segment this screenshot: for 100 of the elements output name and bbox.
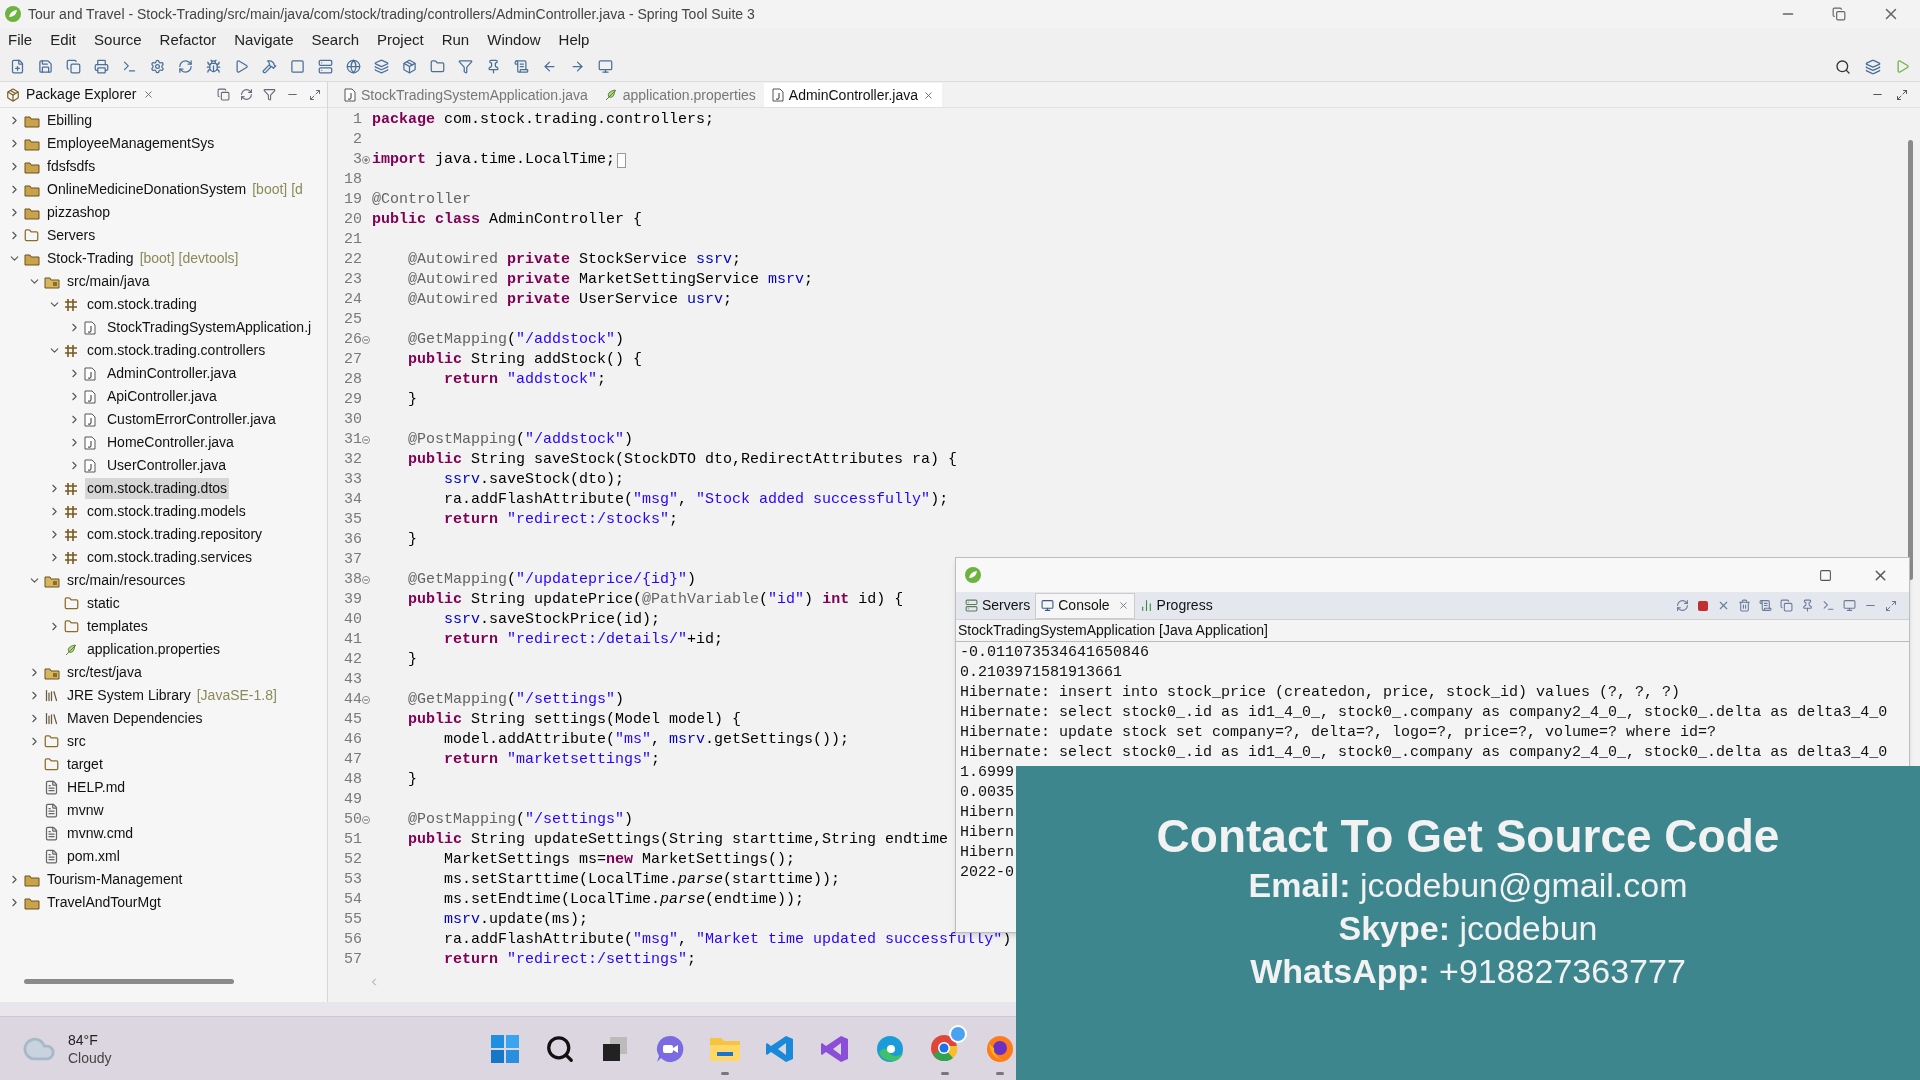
tree-item[interactable]: static bbox=[85, 593, 122, 614]
back-icon[interactable] bbox=[542, 59, 557, 74]
menu-item[interactable]: Run bbox=[441, 28, 470, 52]
task-view-icon[interactable] bbox=[600, 1034, 629, 1063]
code-editor-icon[interactable] bbox=[764, 1033, 795, 1064]
browser-wave-icon[interactable] bbox=[874, 1033, 905, 1064]
document-icon[interactable] bbox=[514, 59, 529, 74]
collapse-all-icon[interactable] bbox=[217, 88, 230, 101]
save-icon[interactable] bbox=[38, 59, 53, 74]
minus-circle-icon[interactable] bbox=[362, 336, 370, 344]
editor-tab[interactable]: StockTradingSystemApplication.java bbox=[336, 83, 596, 107]
tree-item[interactable]: EmployeeManagementSys bbox=[45, 133, 217, 154]
menu-item[interactable]: Help bbox=[558, 28, 590, 52]
tree-item[interactable]: pizzashop bbox=[45, 202, 113, 223]
minus-circle-icon[interactable] bbox=[362, 816, 370, 824]
run-icon[interactable] bbox=[234, 59, 249, 74]
tree-item[interactable]: JRE System Library bbox=[65, 685, 193, 706]
plus-circle-icon[interactable] bbox=[362, 156, 370, 164]
server-icon[interactable] bbox=[318, 59, 333, 74]
perspective-icon[interactable] bbox=[1865, 58, 1881, 75]
console-tab[interactable]: Console bbox=[1035, 592, 1135, 619]
tree-item[interactable]: mvnw bbox=[65, 800, 106, 821]
terminal-icon[interactable] bbox=[122, 59, 137, 74]
tree-item[interactable]: src/test/java bbox=[65, 662, 144, 683]
tree-item[interactable]: src bbox=[65, 731, 88, 752]
editor-tab[interactable]: application.properties bbox=[595, 83, 764, 107]
copy-icon[interactable] bbox=[66, 59, 81, 74]
console-tab[interactable]: Progress bbox=[1134, 592, 1218, 619]
bug-icon[interactable] bbox=[206, 59, 221, 74]
tree-item[interactable]: com.stock.trading.controllers bbox=[85, 340, 268, 361]
menu-item[interactable]: Navigate bbox=[234, 28, 294, 52]
minus-circle-icon[interactable] bbox=[362, 696, 370, 704]
restore-icon[interactable] bbox=[1832, 7, 1846, 21]
trash-icon[interactable] bbox=[1738, 599, 1751, 612]
refresh-icon[interactable] bbox=[1676, 599, 1689, 612]
horizontal-scrollbar[interactable] bbox=[24, 978, 234, 984]
tree-item[interactable]: templates bbox=[85, 616, 150, 637]
close-icon[interactable] bbox=[922, 89, 934, 101]
open-folder-icon[interactable] bbox=[430, 59, 445, 74]
globe-icon[interactable] bbox=[346, 59, 361, 74]
menu-item[interactable]: Refactor bbox=[159, 28, 217, 52]
editor-tab[interactable]: AdminController.java bbox=[763, 83, 942, 107]
maximize-icon[interactable] bbox=[309, 88, 321, 101]
new-file-icon[interactable] bbox=[10, 59, 25, 74]
filter-icon[interactable] bbox=[263, 88, 276, 101]
copy-icon[interactable] bbox=[1780, 599, 1793, 612]
stop-icon[interactable] bbox=[290, 59, 305, 74]
search-icon[interactable] bbox=[1835, 58, 1851, 75]
maximize-icon[interactable] bbox=[1896, 88, 1908, 101]
tree-item[interactable]: TravelAndTourMgt bbox=[45, 892, 163, 913]
link-icon[interactable] bbox=[240, 88, 253, 101]
windows-start-icon[interactable] bbox=[489, 1033, 520, 1064]
close-icon[interactable] bbox=[1117, 600, 1129, 611]
pin-icon[interactable] bbox=[1801, 599, 1814, 612]
remove-icon[interactable] bbox=[1717, 599, 1730, 612]
search-icon[interactable] bbox=[544, 1033, 575, 1064]
monitor-icon[interactable] bbox=[598, 59, 613, 74]
refresh-icon[interactable] bbox=[178, 59, 193, 74]
tree-item[interactable]: com.stock.trading.models bbox=[85, 501, 248, 522]
tree-item[interactable]: Ebilling bbox=[45, 110, 95, 131]
tree-item[interactable]: com.stock.trading bbox=[85, 294, 199, 315]
tree-item[interactable]: com.stock.trading.dtos bbox=[85, 478, 230, 499]
tree-item[interactable]: mvnw.cmd bbox=[65, 823, 136, 844]
pin-icon[interactable] bbox=[486, 59, 501, 74]
ide-icon[interactable] bbox=[819, 1033, 850, 1064]
panel-tab[interactable]: Package Explorer bbox=[26, 84, 137, 105]
tree-item[interactable]: HomeController.java bbox=[105, 432, 236, 453]
package-box-icon[interactable] bbox=[402, 59, 417, 74]
tree-item[interactable]: src/main/resources bbox=[65, 570, 188, 591]
menu-item[interactable]: Search bbox=[311, 28, 359, 52]
menu-item[interactable]: Project bbox=[377, 28, 424, 52]
tree-item[interactable]: target bbox=[65, 754, 105, 775]
tree-item[interactable]: Tourism-Management bbox=[45, 869, 185, 890]
tree-item[interactable]: Stock-Trading bbox=[45, 248, 136, 269]
filter-icon[interactable] bbox=[458, 59, 473, 74]
tree-item[interactable]: pom.xml bbox=[65, 846, 122, 867]
console-tab[interactable]: Servers bbox=[960, 592, 1036, 619]
maximize-icon[interactable] bbox=[1885, 599, 1897, 612]
tree-item[interactable]: application.properties bbox=[85, 639, 223, 660]
minus-circle-icon[interactable] bbox=[362, 576, 370, 584]
gear-icon[interactable] bbox=[150, 59, 165, 74]
tree-item[interactable]: Servers bbox=[45, 225, 98, 246]
tree-item[interactable]: fdsfsdfs bbox=[45, 156, 98, 177]
tree-item[interactable]: HELP.md bbox=[65, 777, 128, 798]
maximize-icon[interactable] bbox=[1819, 568, 1832, 582]
hammer-icon[interactable] bbox=[262, 59, 277, 74]
tree-item[interactable]: ApiController.java bbox=[105, 386, 219, 407]
tree-item[interactable]: UserController.java bbox=[105, 455, 229, 476]
menu-item[interactable]: Source bbox=[94, 28, 142, 52]
browser-circle-icon[interactable] bbox=[928, 1032, 959, 1063]
menu-item[interactable]: File bbox=[8, 28, 33, 52]
tree-item[interactable]: Maven Dependencies bbox=[65, 708, 205, 729]
close-icon[interactable] bbox=[142, 89, 154, 100]
chat-icon[interactable] bbox=[654, 1033, 685, 1064]
tree-item[interactable]: com.stock.trading.services bbox=[85, 547, 254, 568]
vertical-scrollbar[interactable] bbox=[1907, 140, 1913, 580]
tree-item[interactable]: src/main/java bbox=[65, 271, 152, 292]
scroll-lock-icon[interactable] bbox=[1759, 599, 1772, 612]
menu-item[interactable]: Edit bbox=[50, 28, 77, 52]
terminal-icon[interactable] bbox=[1822, 599, 1835, 612]
